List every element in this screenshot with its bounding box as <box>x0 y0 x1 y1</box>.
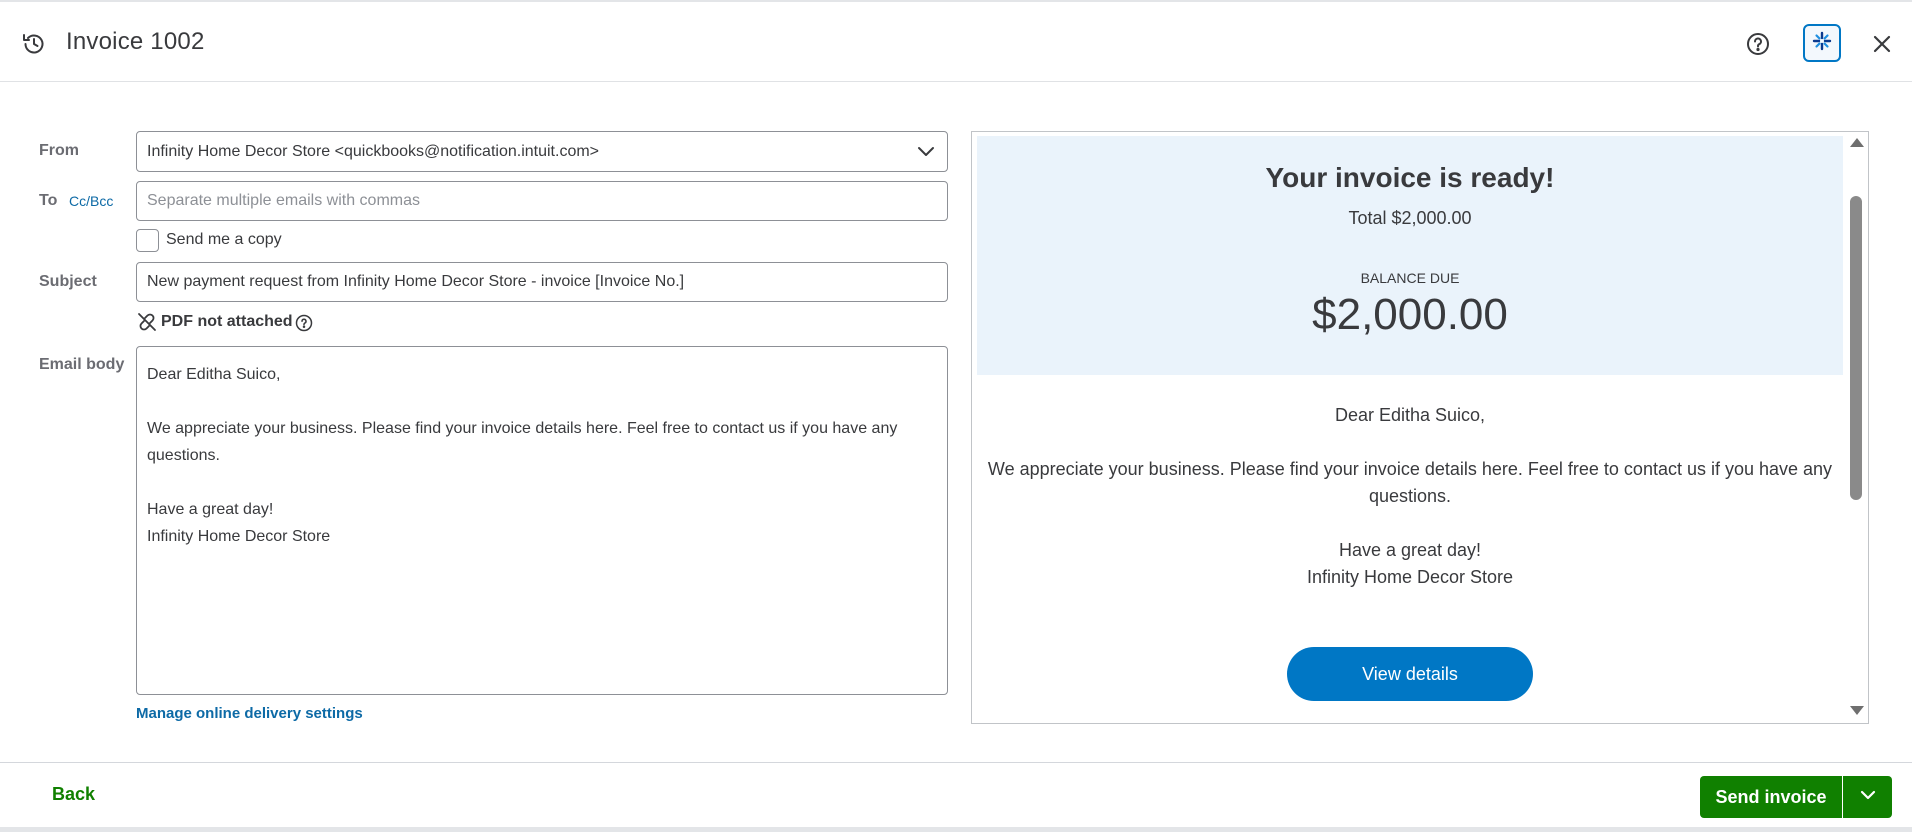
body-line: We appreciate your business. Please find… <box>147 420 898 437</box>
preview-total: Total $2,000.00 <box>1348 208 1472 228</box>
preview-banner: Your invoice is ready! Total $2,000.00 B… <box>977 136 1843 375</box>
cc-bcc-link[interactable]: Cc/Bcc <box>69 193 113 209</box>
preview-line: questions. <box>1368 486 1452 506</box>
ai-assistant-icon <box>1811 30 1833 57</box>
scroll-down-arrow-icon[interactable] <box>1850 706 1864 715</box>
balance-due-amount: $2,000.00 <box>1312 290 1508 339</box>
preview-greeting: Dear Editha Suico, <box>1334 405 1486 425</box>
preview-message: Dear Editha Suico, We appreciate your bu… <box>977 402 1843 591</box>
preview-scrollbar[interactable] <box>1844 132 1868 723</box>
subject-input[interactable]: New payment request from Infinity Home D… <box>136 262 948 302</box>
preview-heading: Your invoice is ready! <box>1265 162 1555 193</box>
pdf-status: PDF not attached <box>161 313 293 330</box>
scroll-thumb[interactable] <box>1850 196 1862 500</box>
bottom-border <box>0 827 1912 832</box>
scroll-up-arrow-icon[interactable] <box>1850 138 1864 147</box>
preview-line: We appreciate your business. Please find… <box>987 459 1833 479</box>
invoice-email-preview: Your invoice is ready! Total $2,000.00 B… <box>971 131 1869 724</box>
email-body-textarea[interactable]: Dear Editha Suico, We appreciate your bu… <box>136 346 948 695</box>
ai-assistant-button[interactable] <box>1803 24 1841 62</box>
send-copy-label[interactable]: Send me a copy <box>166 231 282 249</box>
manage-delivery-link[interactable]: Manage online delivery settings <box>136 705 363 722</box>
chevron-down-icon <box>917 144 935 160</box>
body-signature: Infinity Home Decor Store <box>147 528 331 545</box>
close-icon[interactable] <box>1868 30 1896 58</box>
view-details-button[interactable]: View details <box>1287 647 1533 701</box>
preview-closing: Have a great day! <box>1338 540 1482 560</box>
to-label: To <box>39 192 58 209</box>
body-closing: Have a great day! <box>147 501 274 518</box>
subject-label: Subject <box>39 273 97 290</box>
pdf-not-attached-icon <box>137 312 157 332</box>
footer-bar: Back Send invoice <box>0 762 1912 832</box>
body-greeting: Dear Editha Suico, <box>147 366 281 383</box>
from-select[interactable]: Infinity Home Decor Store <quickbooks@no… <box>136 131 948 172</box>
to-email-input[interactable]: Separate multiple emails with commas <box>136 181 948 221</box>
send-invoice-button[interactable]: Send invoice <box>1700 776 1842 818</box>
header-bar: Invoice 1002 <box>0 2 1912 82</box>
email-body-label: Email body <box>39 356 125 373</box>
balance-due-label: BALANCE DUE <box>1360 270 1460 286</box>
preview-signature: Infinity Home Decor Store <box>1306 567 1514 587</box>
from-value: Infinity Home Decor Store <quickbooks@no… <box>147 142 600 160</box>
from-label: From <box>39 142 79 159</box>
body-line: questions. <box>147 447 220 464</box>
back-button[interactable]: Back <box>52 784 95 805</box>
history-icon[interactable] <box>20 30 48 58</box>
send-options-dropdown[interactable] <box>1843 776 1892 818</box>
page-title: Invoice 1002 <box>66 28 205 55</box>
help-icon[interactable] <box>1744 30 1772 58</box>
chevron-down-icon <box>1859 788 1877 807</box>
subject-value: New payment request from Infinity Home D… <box>147 273 685 290</box>
to-placeholder: Separate multiple emails with commas <box>147 192 420 209</box>
help-icon[interactable] <box>295 314 313 332</box>
send-copy-checkbox[interactable] <box>136 229 159 252</box>
